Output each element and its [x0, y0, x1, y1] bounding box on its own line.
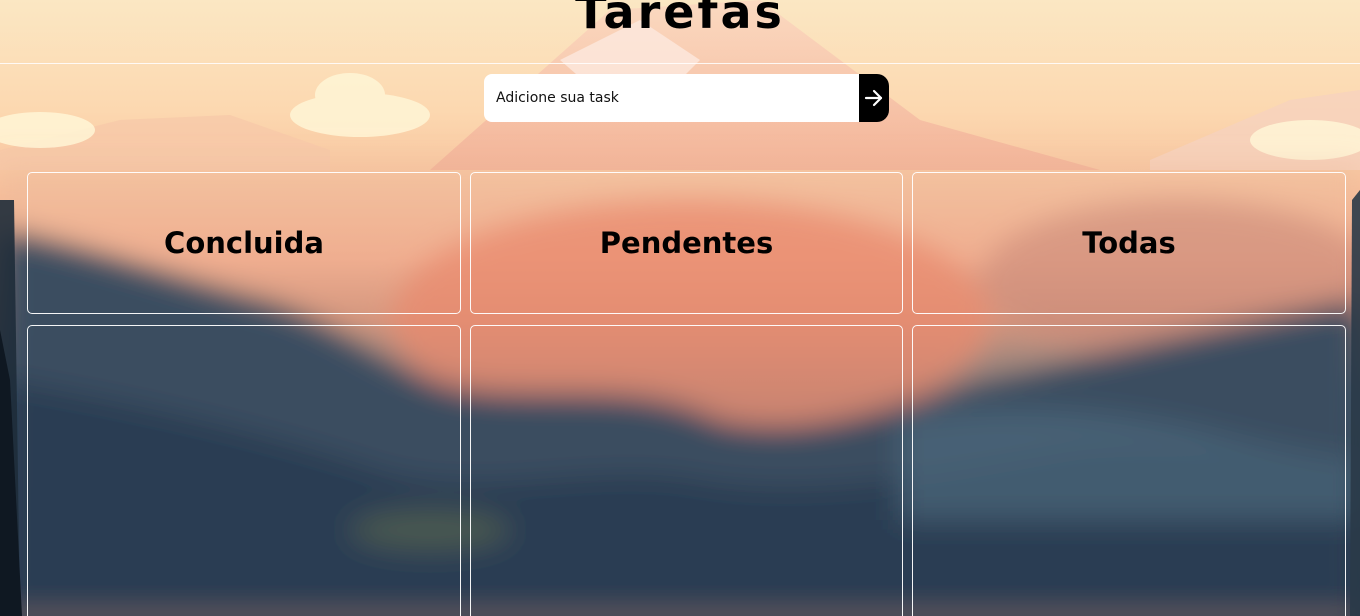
- column-header-concluida[interactable]: Concluida: [27, 172, 461, 314]
- column-title: Todas: [1082, 226, 1176, 260]
- column-title: Concluida: [164, 226, 324, 260]
- app-header: Tarefas: [0, 0, 1360, 64]
- task-input[interactable]: [484, 74, 859, 122]
- app-page: Tarefas Concluida Pendentes Todas: [0, 0, 1360, 616]
- concluida-task-list: [27, 325, 461, 616]
- add-task-button[interactable]: [859, 74, 889, 122]
- arrow-right-icon: [864, 88, 884, 108]
- todas-task-list: [912, 325, 1346, 616]
- column-title: Pendentes: [599, 226, 774, 260]
- pendentes-task-list: [470, 325, 903, 616]
- column-header-todas[interactable]: Todas: [912, 172, 1346, 314]
- page-title: Tarefas: [575, 0, 785, 40]
- add-task-form: [484, 74, 889, 122]
- column-header-pendentes[interactable]: Pendentes: [470, 172, 903, 314]
